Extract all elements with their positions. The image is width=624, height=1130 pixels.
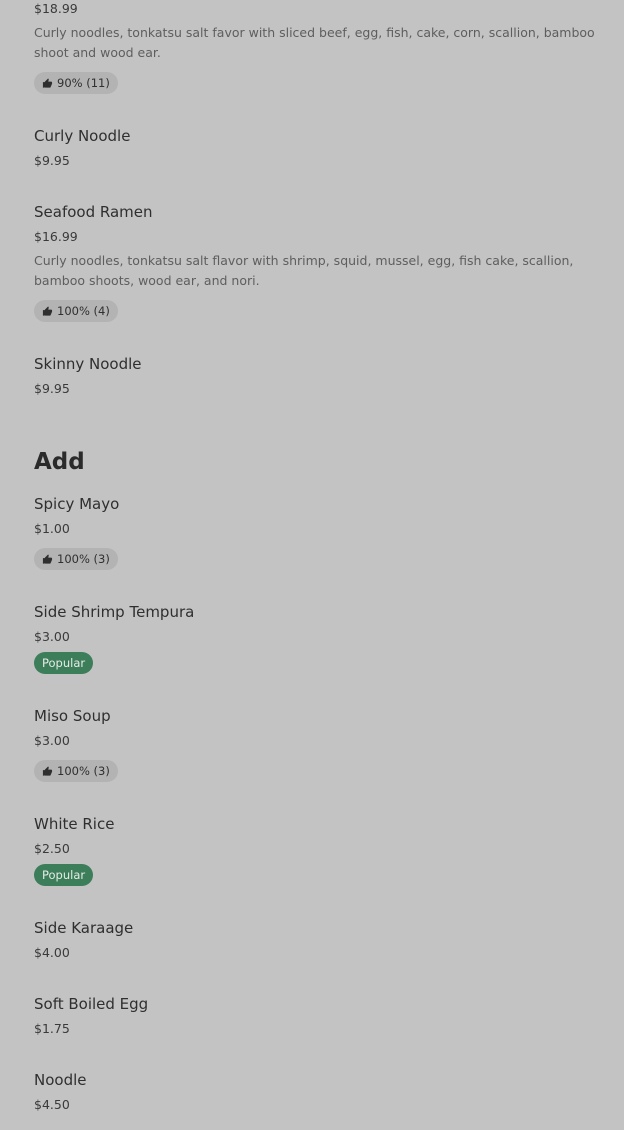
- rating-badge: 90% (11): [34, 72, 118, 94]
- rating-badge: 100% (3): [34, 760, 118, 782]
- item-name: Side Karaage: [34, 919, 134, 937]
- rating-badge: 100% (3): [34, 548, 118, 570]
- rating-text: 100% (4): [57, 304, 110, 318]
- thumbs-up-icon: [42, 553, 53, 564]
- item-description: Curly noodles, tonkatsu salt favor with …: [34, 25, 595, 60]
- item-price: $4.50: [34, 1097, 70, 1112]
- item-price: $1.00: [34, 521, 70, 536]
- item-price: $3.00: [34, 629, 70, 644]
- item-name: Noodle: [34, 1071, 87, 1089]
- rating-text: 100% (3): [57, 552, 110, 566]
- item-name: White Rice: [34, 815, 115, 833]
- item-price: $4.00: [34, 945, 70, 960]
- rating-text: 100% (3): [57, 764, 110, 778]
- thumbs-up-icon: [42, 305, 53, 316]
- item-name: Seafood Ramen: [34, 203, 153, 221]
- item-price: $9.95: [34, 153, 70, 168]
- section-title-add: Add: [34, 449, 85, 475]
- item-price: $18.99: [34, 1, 78, 16]
- rating-badge: 100% (4): [34, 300, 118, 322]
- item-name: Spicy Mayo: [34, 495, 120, 513]
- item-name: Skinny Noodle: [34, 355, 142, 373]
- item-price: $3.00: [34, 733, 70, 748]
- item-name: Curly Noodle: [34, 127, 131, 145]
- item-name: Miso Soup: [34, 707, 111, 725]
- thumbs-up-icon: [42, 765, 53, 776]
- item-price: $1.75: [34, 1021, 70, 1036]
- item-name: Side Shrimp Tempura: [34, 603, 195, 621]
- thumbs-up-icon: [42, 77, 53, 88]
- item-price: $2.50: [34, 841, 70, 856]
- item-description: Curly noodles, tonkatsu salt flavor with…: [34, 253, 574, 288]
- item-name: Soft Boiled Egg: [34, 995, 149, 1013]
- item-price: $16.99: [34, 229, 78, 244]
- popular-badge: Popular: [34, 652, 94, 674]
- popular-badge: Popular: [34, 864, 94, 886]
- item-price: $9.95: [34, 381, 70, 396]
- rating-text: 90% (11): [57, 76, 110, 90]
